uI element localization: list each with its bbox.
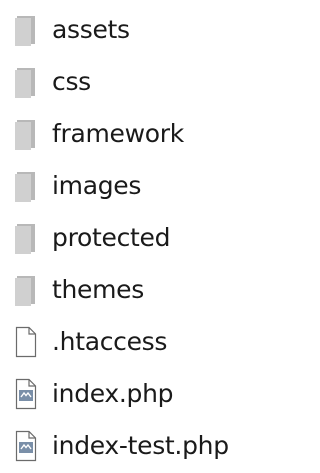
file-row-protected[interactable]: protected — [0, 213, 249, 263]
folder-icon — [15, 224, 35, 254]
file-name: css — [52, 67, 91, 96]
file-row-themes[interactable]: themes — [0, 265, 249, 315]
file-name: images — [52, 171, 142, 200]
file-name: index.php — [52, 379, 174, 408]
file-row-images[interactable]: images — [0, 161, 249, 211]
blank-file-icon — [15, 326, 37, 358]
folder-icon — [15, 16, 35, 46]
file-name: .htaccess — [52, 327, 168, 356]
folder-icon — [15, 276, 35, 306]
file-row-framework[interactable]: framework — [0, 109, 249, 159]
folder-icon — [15, 172, 35, 202]
file-list: assets css framework images protected th… — [0, 0, 249, 473]
php-file-icon — [15, 378, 37, 410]
file-name: protected — [52, 223, 171, 252]
file-row-css[interactable]: css — [0, 57, 249, 107]
file-row-index-test-php[interactable]: index-test.php — [0, 421, 249, 471]
file-name: index-test.php — [52, 431, 229, 460]
file-row-index-php[interactable]: index.php — [0, 369, 249, 419]
file-row-assets[interactable]: assets — [0, 5, 249, 55]
file-name: framework — [52, 119, 184, 148]
folder-icon — [15, 68, 35, 98]
file-name: assets — [52, 15, 130, 44]
file-name: themes — [52, 275, 144, 304]
file-row-htaccess[interactable]: .htaccess — [0, 317, 249, 367]
php-file-icon — [15, 430, 37, 462]
folder-icon — [15, 120, 35, 150]
